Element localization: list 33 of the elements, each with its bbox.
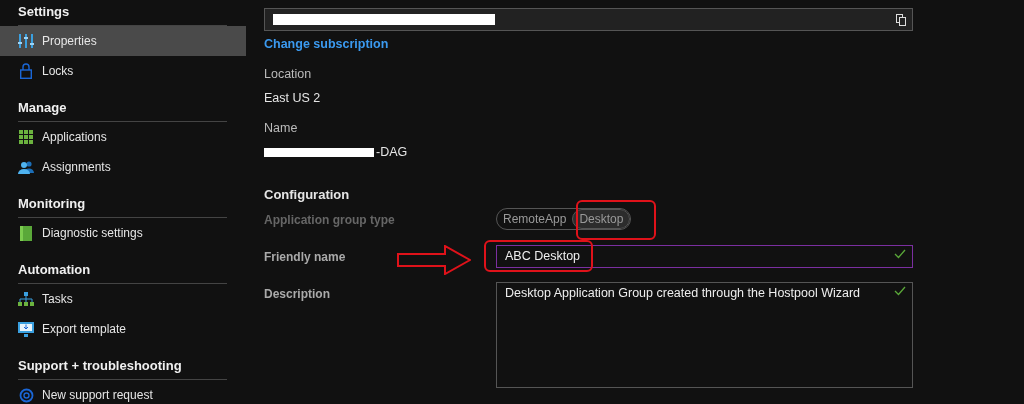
description-field[interactable]: Desktop Application Group created through the Hostpool Wizard xyxy=(496,282,913,388)
section-heading: Settings xyxy=(17,3,71,21)
lock-icon xyxy=(20,63,32,79)
field-label: Name xyxy=(264,121,299,135)
sidebar-item[interactable]: Applications xyxy=(0,122,246,152)
field-label: Location xyxy=(264,67,313,81)
section-heading: Manage xyxy=(17,99,68,117)
properties-icon xyxy=(18,34,34,48)
section-heading: Automation xyxy=(17,261,92,279)
book-icon xyxy=(20,225,32,241)
friendly-name-field[interactable]: ABC Desktop xyxy=(496,245,913,268)
monitor-icon xyxy=(18,321,34,337)
subscription-field[interactable] xyxy=(264,8,913,31)
sidebar-item[interactable]: Assignments xyxy=(0,152,246,182)
field-label: Description xyxy=(264,286,331,303)
sidebar-item[interactable]: Export template xyxy=(0,314,246,344)
section-heading: Configuration xyxy=(264,187,351,202)
sidebar-item[interactable]: New support request xyxy=(0,380,246,404)
sidebar-item[interactable]: Tasks xyxy=(0,284,246,314)
copy-icon[interactable] xyxy=(896,13,906,26)
support-icon xyxy=(18,387,34,403)
hierarchy-icon xyxy=(18,291,34,307)
field-value: -DAG xyxy=(376,145,408,159)
people-icon xyxy=(18,160,34,174)
sidebar-item[interactable]: Diagnostic settings xyxy=(0,218,246,248)
section-heading: Support + troubleshooting xyxy=(17,357,183,375)
field-value: East US 2 xyxy=(264,91,321,105)
section-heading: Monitoring xyxy=(17,195,87,213)
grid-icon xyxy=(19,130,33,144)
change-subscription-link[interactable]: Change subscription xyxy=(264,37,389,51)
field-label: Friendly name xyxy=(264,249,347,266)
sidebar-item[interactable]: Properties xyxy=(0,26,246,56)
sidebar-item[interactable]: Locks xyxy=(0,56,246,86)
